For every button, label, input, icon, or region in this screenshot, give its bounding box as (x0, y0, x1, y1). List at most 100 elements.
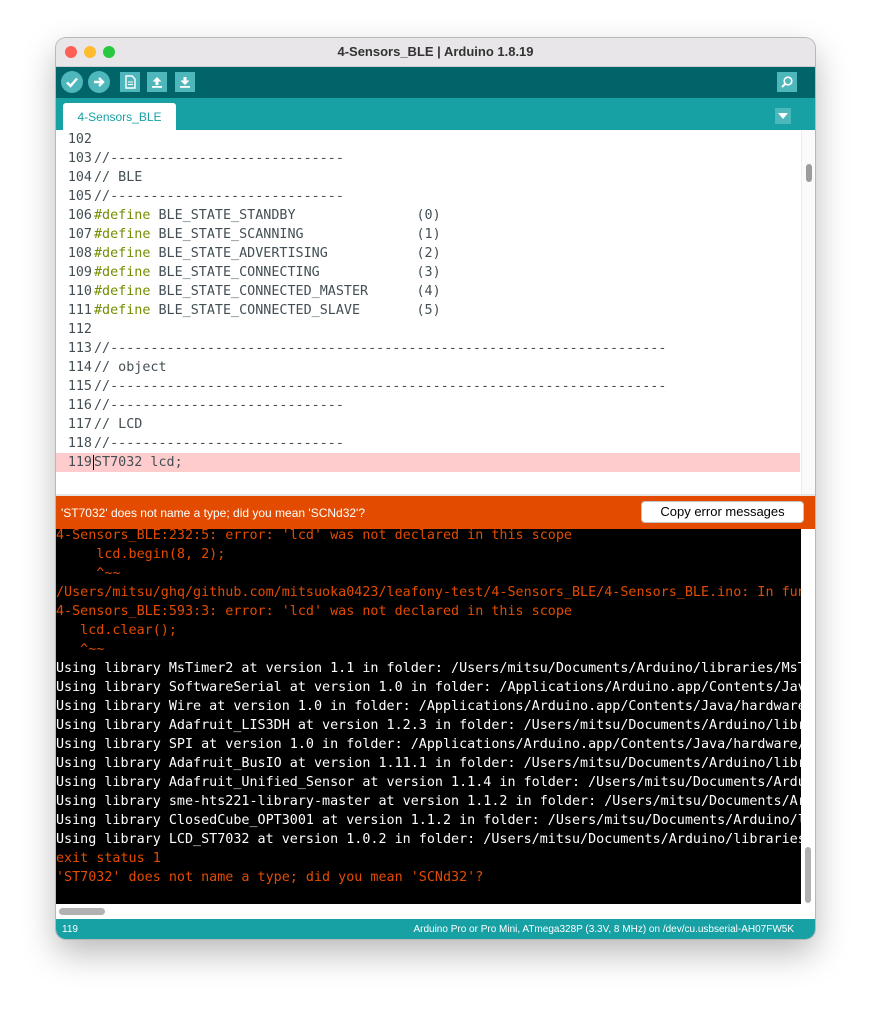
code-text: #define BLE_STATE_ADVERTISING (2) (94, 246, 441, 261)
code-line: 117// LCD (56, 415, 800, 434)
code-line: 111 #define BLE_STATE_CONNECTED_SLAVE (5) (56, 301, 800, 320)
line-number: 102 (67, 132, 92, 147)
chevron-down-icon (778, 113, 788, 119)
code-content: BLE_STATE_STANDBY (0) (150, 208, 441, 223)
console-line: Using library ClosedCube_OPT3001 at vers… (56, 813, 801, 828)
open-sketch-button[interactable] (147, 72, 167, 92)
code-content: // object (94, 360, 167, 375)
keyword: #define (94, 265, 151, 280)
console-line: lcd.clear(); (56, 623, 177, 638)
line-number: 115 (67, 379, 92, 394)
console-line: ^~~ (56, 566, 121, 581)
code-text: // object (94, 360, 167, 375)
board-info: Arduino Pro or Pro Mini, ATmega328P (3.3… (413, 924, 794, 935)
keyword: #define (94, 246, 151, 261)
code-editor[interactable]: 102 103//----------------------------- 104… (56, 130, 815, 494)
console-line: 4-Sensors_BLE:232:5: error: 'lcd' was no… (56, 529, 572, 543)
line-number: 105 (67, 189, 92, 204)
console-horizontal-scroll-thumb[interactable] (59, 908, 105, 915)
code-line: 119 ST7032 lcd; (56, 453, 800, 472)
code-lines: 102 103//----------------------------- 104… (56, 130, 800, 472)
verify-button[interactable] (61, 71, 83, 93)
keyword: #define (94, 227, 151, 242)
copy-error-messages-button[interactable]: Copy error messages (641, 501, 804, 523)
console-line: Using library SPI at version 1.0 in fold… (56, 737, 801, 752)
console-line: exit status 1 (56, 851, 161, 866)
new-sketch-button[interactable] (120, 72, 140, 92)
code-text: //----------------------------- (94, 151, 344, 166)
tab-menu-button[interactable] (775, 108, 791, 124)
line-number: 112 (67, 322, 92, 337)
editor-vertical-scrollbar[interactable] (801, 130, 815, 494)
code-content: BLE_STATE_ADVERTISING (2) (150, 246, 441, 261)
serial-monitor-button[interactable] (777, 72, 797, 92)
magnifier-icon (781, 76, 793, 88)
code-content: BLE_STATE_SCANNING (1) (150, 227, 441, 242)
verify-icon (66, 77, 78, 88)
code-content: //----------------------------- (94, 189, 344, 204)
code-line: 115//-----------------------------------… (56, 377, 800, 396)
keyword: #define (94, 284, 151, 299)
console-line: Using library Wire at version 1.0 in fol… (56, 699, 801, 714)
error-bar: 'ST7032' does not name a type; did you m… (56, 496, 815, 529)
open-icon (152, 77, 162, 88)
window-title: 4-Sensors_BLE | Arduino 1.8.19 (337, 44, 534, 59)
console-line: Using library MsTimer2 at version 1.1 in… (56, 661, 801, 676)
line-number: 114 (67, 360, 92, 375)
console-lines: 4-Sensors_BLE:232:5: error: 'lcd' was no… (56, 529, 801, 887)
line-number: 107 (67, 227, 92, 242)
code-content: BLE_STATE_CONNECTED_MASTER (4) (150, 284, 441, 299)
code-content: // BLE (94, 170, 143, 185)
console-output[interactable]: 4-Sensors_BLE:232:5: error: 'lcd' was no… (56, 529, 801, 904)
code-text: #define BLE_STATE_CONNECTED_SLAVE (5) (94, 303, 441, 318)
console-line: ^~~ (56, 642, 105, 657)
code-line: 105//----------------------------- (56, 187, 800, 206)
code-content: BLE_STATE_CONNECTED_SLAVE (5) (150, 303, 441, 318)
code-line: 118//----------------------------- (56, 434, 800, 453)
current-line-number: 119 (62, 924, 78, 935)
code-line: 114// object (56, 358, 800, 377)
code-line: 110 #define BLE_STATE_CONNECTED_MASTER (4… (56, 282, 800, 301)
keyword: #define (94, 303, 151, 318)
code-text: // BLE (94, 170, 142, 185)
line-number: 106 (67, 208, 92, 223)
upload-button[interactable] (88, 71, 110, 93)
console-line: Using library Adafruit_BusIO at version … (56, 756, 801, 771)
code-content: //--------------------------------------… (94, 341, 667, 356)
console-line: Using library SoftwareSerial at version … (56, 680, 801, 695)
code-line: 106 #define BLE_STATE_STANDBY (0) (56, 206, 800, 225)
console-horizontal-scrollbar[interactable] (56, 904, 815, 919)
code-text: //----------------------------- (94, 189, 344, 204)
console-line: 'ST7032' does not name a type; did you m… (56, 870, 484, 885)
arduino-window: 4-Sensors_BLE | Arduino 1.8.19 4-Sensors… (56, 38, 815, 939)
code-line: 112 (56, 320, 800, 339)
line-number: 118 (67, 436, 92, 451)
console-line: Using library LCD_ST7032 at version 1.0.… (56, 832, 801, 847)
code-content: // LCD (94, 417, 143, 432)
code-text: //--------------------------------------… (94, 379, 666, 394)
new-icon (125, 75, 136, 89)
code-line: 102 (56, 130, 800, 149)
line-number: 111 (67, 303, 92, 318)
code-text: ST7032 lcd; (94, 455, 183, 470)
save-icon (180, 77, 190, 88)
toolbar (56, 67, 815, 98)
editor-vertical-scroll-thumb[interactable] (806, 164, 812, 182)
code-text: #define BLE_STATE_CONNECTED_MASTER (4) (94, 284, 441, 299)
code-content: ST7032 lcd; (94, 455, 183, 470)
save-sketch-button[interactable] (175, 72, 195, 92)
code-text: #define BLE_STATE_STANDBY (0) (94, 208, 441, 223)
console-line: Using library sme-hts221-library-master … (56, 794, 801, 809)
line-number: 110 (67, 284, 92, 299)
line-number: 116 (67, 398, 92, 413)
code-line: 103//----------------------------- (56, 149, 800, 168)
code-line: 113//-----------------------------------… (56, 339, 800, 358)
tab-sketch[interactable]: 4-Sensors_BLE (63, 103, 176, 130)
console-line: /Users/mitsu/ghq/github.com/mitsuoka0423… (56, 585, 801, 600)
code-text: // LCD (94, 417, 142, 432)
line-number: 119 (67, 455, 92, 470)
console-vertical-scroll-thumb[interactable] (805, 847, 811, 903)
console-vertical-scrollbar[interactable] (801, 529, 815, 904)
code-line: 116//----------------------------- (56, 396, 800, 415)
upload-icon (94, 77, 105, 87)
